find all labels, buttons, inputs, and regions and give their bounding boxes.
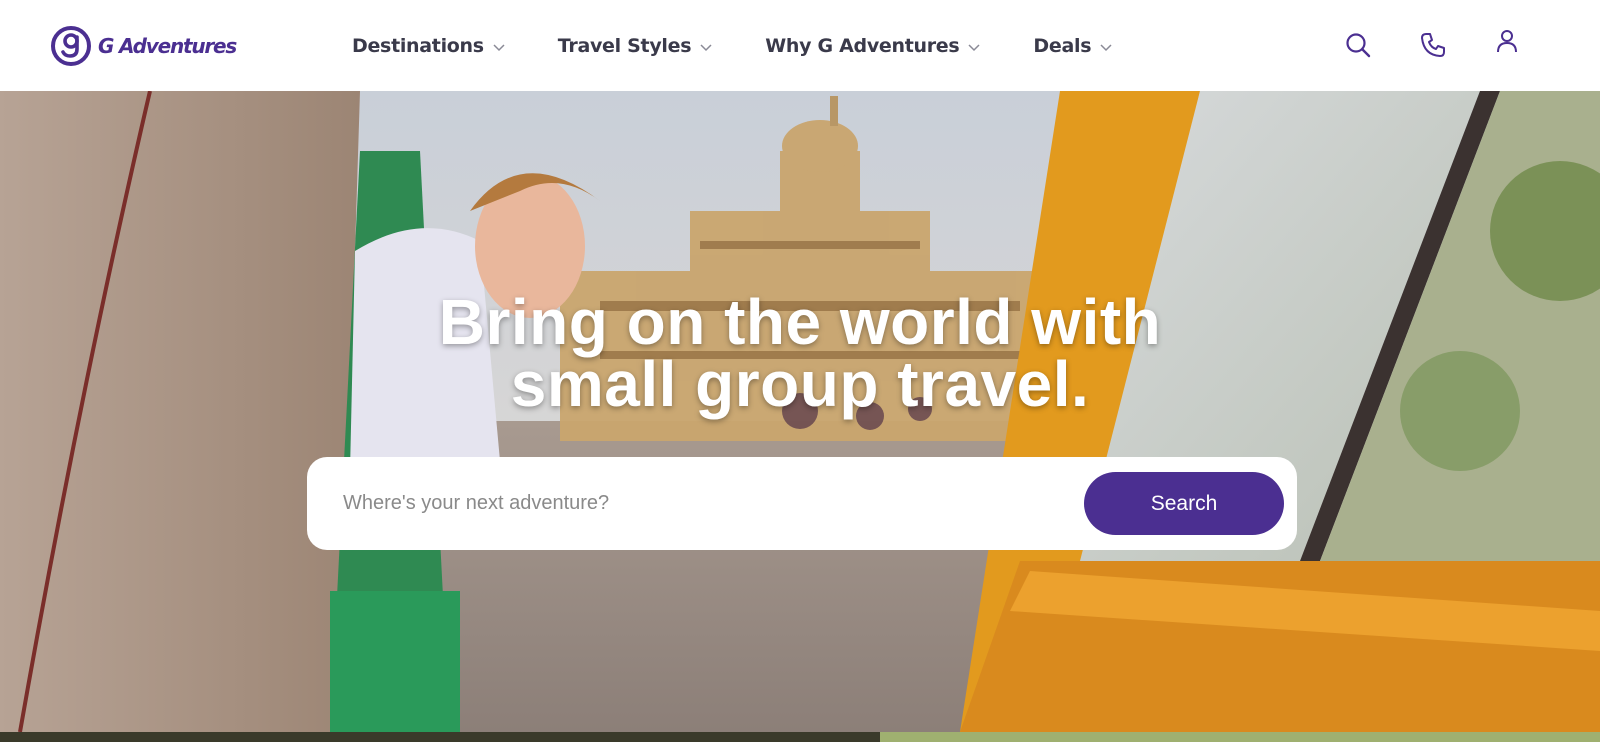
hero-headline: Bring on the world with small group trav…	[300, 286, 1300, 420]
nav-item-why-g-adventures[interactable]: Why G Adventures	[765, 26, 981, 66]
search-icon-button[interactable]	[1343, 30, 1373, 60]
adventure-search-input[interactable]	[343, 475, 1063, 531]
brand-name: G Adventures	[98, 34, 237, 58]
search-button[interactable]: Search	[1084, 472, 1284, 535]
g-adventures-logo-icon	[51, 26, 91, 66]
phone-icon-button[interactable]	[1418, 30, 1448, 60]
next-section-preview	[0, 732, 1600, 742]
user-account-icon	[1497, 30, 1517, 53]
chevron-down-icon	[700, 43, 712, 51]
nav-item-label: Deals	[1033, 34, 1092, 57]
main-nav: Destinations Travel Styles Why G Adventu…	[352, 0, 1113, 91]
hero-headline-line-2: small group travel.	[510, 348, 1090, 420]
brand-logo[interactable]: G Adventures	[50, 25, 237, 67]
account-icon-button[interactable]	[1492, 27, 1522, 57]
nav-item-deals[interactable]: Deals	[1033, 26, 1113, 66]
nav-item-destinations[interactable]: Destinations	[352, 26, 506, 66]
chevron-down-icon	[968, 43, 980, 51]
nav-item-label: Travel Styles	[557, 34, 692, 57]
phone-icon	[1421, 33, 1445, 57]
nav-item-label: Why G Adventures	[765, 34, 960, 57]
nav-item-travel-styles[interactable]: Travel Styles	[558, 26, 713, 66]
chevron-down-icon	[493, 43, 505, 51]
nav-item-label: Destinations	[352, 34, 484, 57]
hero-headline-line-1: Bring on the world with	[438, 286, 1162, 358]
search-icon	[1346, 33, 1371, 58]
adventure-search-form: Search	[307, 457, 1297, 550]
chevron-down-icon	[1100, 43, 1112, 51]
site-header: G Adventures Destinations Travel Styles …	[0, 0, 1600, 91]
hero-banner: Bring on the world with small group trav…	[0, 91, 1600, 732]
